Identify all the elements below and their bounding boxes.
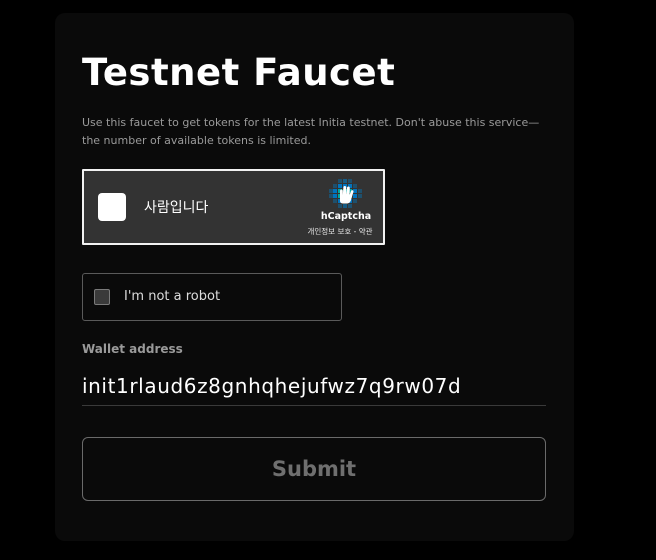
robot-check[interactable]: I'm not a robot [82, 273, 342, 321]
wallet-address-label: Wallet address [82, 342, 183, 356]
robot-check-label: I'm not a robot [124, 289, 221, 304]
page-title: Testnet Faucet [82, 51, 396, 94]
hcaptcha-privacy-terms-link[interactable]: 개인정보 보호 - 약관 [296, 226, 384, 237]
faucet-card: Testnet Faucet Use this faucet to get to… [55, 13, 574, 541]
page-description: Use this faucet to get tokens for the la… [82, 116, 540, 147]
wallet-address-input[interactable] [82, 366, 546, 406]
hcaptcha-hand-icon [329, 179, 362, 208]
hcaptcha-label: 사람입니다 [144, 200, 209, 216]
hcaptcha-brand: hCaptcha [320, 211, 372, 222]
hcaptcha-checkbox[interactable] [98, 193, 126, 221]
hcaptcha-widget: 사람입니다 hCaptcha 개인정보 보호 - 약관 [82, 169, 385, 245]
robot-checkbox[interactable] [94, 289, 110, 305]
submit-button[interactable]: Submit [82, 437, 546, 501]
